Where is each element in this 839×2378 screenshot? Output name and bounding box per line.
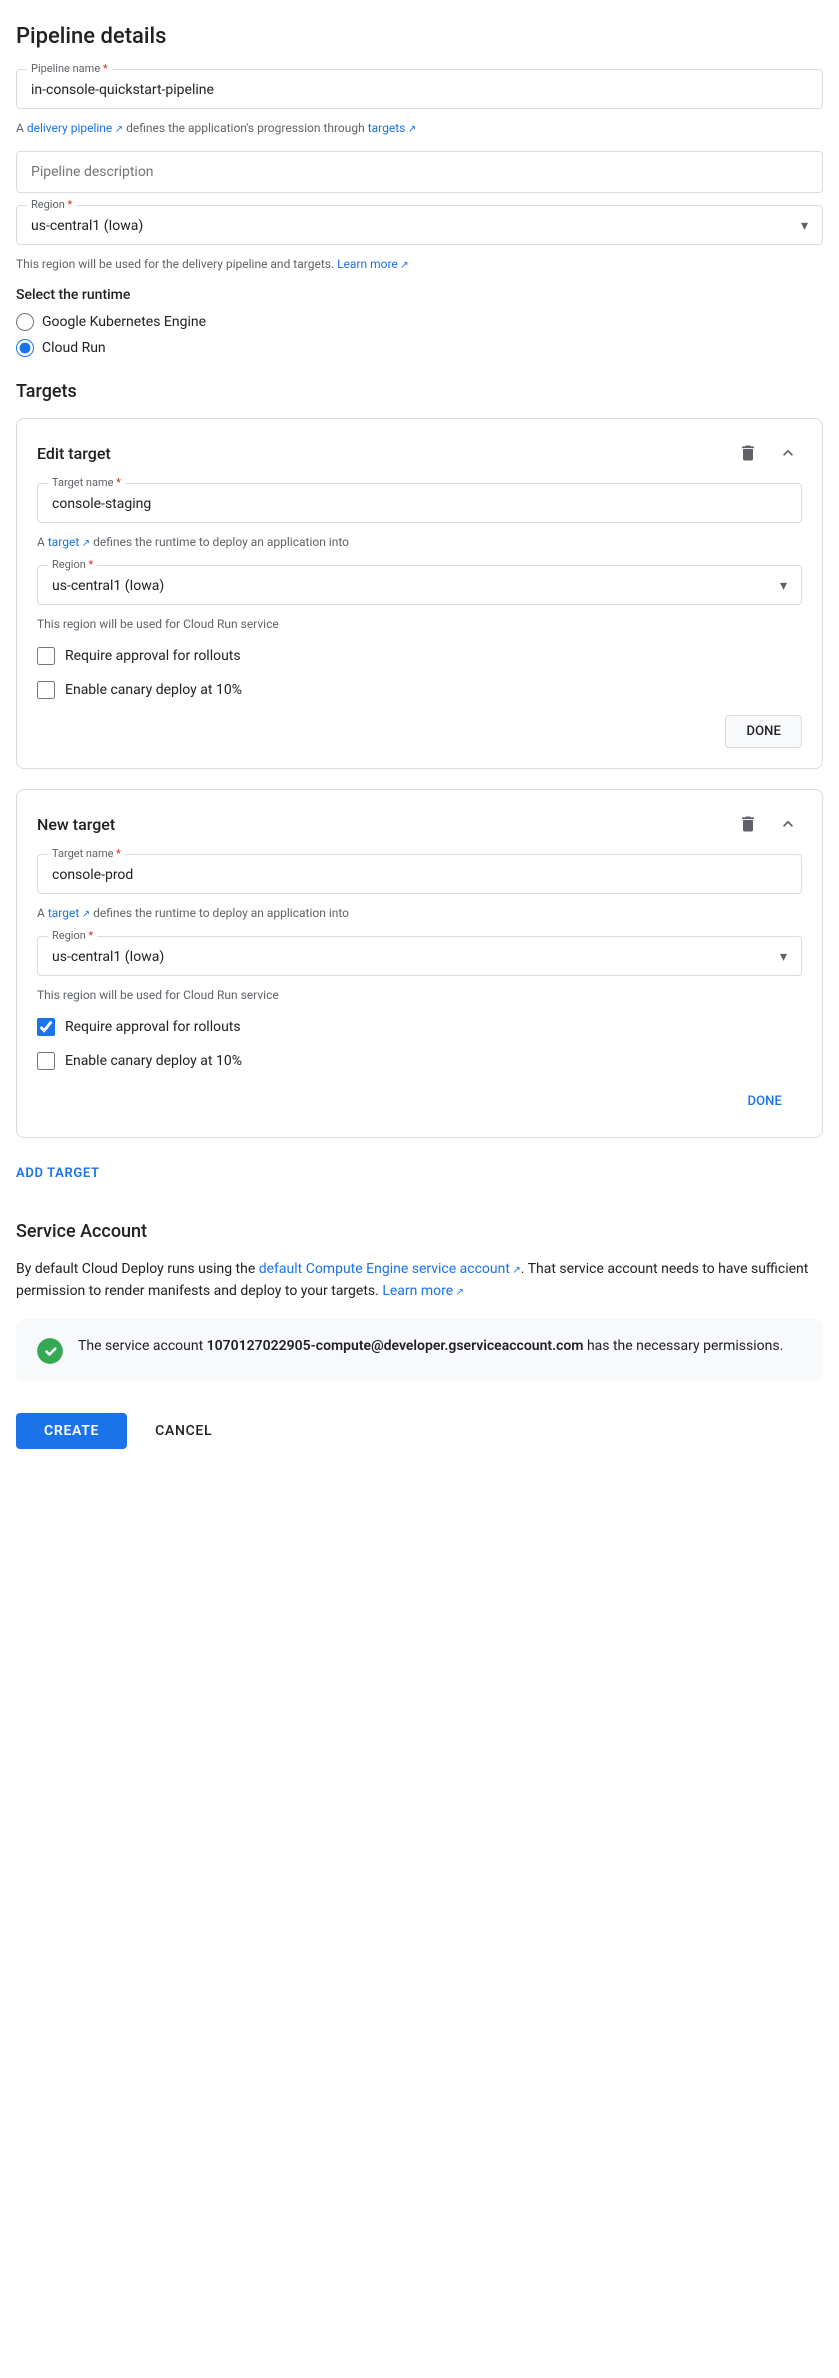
region-learn-more-link[interactable]: Learn more — [337, 257, 409, 271]
target2-link[interactable]: target — [48, 906, 90, 920]
target2-region-select-wrapper: us-central1 (Iowa) us-east1 (South Carol… — [52, 949, 787, 965]
target1-done-button[interactable]: DONE — [725, 715, 802, 748]
targets-title: Targets — [16, 381, 823, 402]
target2-region-label: Region * — [48, 929, 97, 942]
sa-status-check-icon — [36, 1337, 64, 1365]
target2-canary-input[interactable] — [37, 1052, 55, 1070]
target1-link[interactable]: target — [48, 535, 90, 549]
service-account-title: Service Account — [16, 1221, 823, 1242]
target1-region-label: Region * — [48, 558, 97, 571]
service-account-description: By default Cloud Deploy runs using the d… — [16, 1258, 823, 1303]
target1-name-input[interactable] — [52, 496, 787, 512]
target2-require-approval-input[interactable] — [37, 1018, 55, 1036]
target1-region-field: Region * us-central1 (Iowa) us-east1 (So… — [37, 565, 802, 605]
target1-title: Edit target — [37, 444, 111, 463]
service-account-section: Service Account By default Cloud Deploy … — [16, 1221, 823, 1381]
target2-helper-text: A target defines the runtime to deploy a… — [37, 906, 802, 920]
target1-canary-input[interactable] — [37, 681, 55, 699]
region-helper-text: This region will be used for the deliver… — [16, 257, 823, 271]
pipeline-name-field: Pipeline name * — [16, 69, 823, 109]
runtime-option-cloudrun[interactable]: Cloud Run — [16, 339, 823, 357]
target1-canary-checkbox[interactable]: Enable canary deploy at 10% — [37, 681, 802, 699]
sa-status-box: The service account 1070127022905-comput… — [16, 1319, 823, 1381]
target2-done-button[interactable]: DONE — [727, 1086, 802, 1117]
region-select[interactable]: us-central1 (Iowa) us-east1 (South Carol… — [31, 218, 808, 234]
region-select-wrapper: us-central1 (Iowa) us-east1 (South Carol… — [31, 218, 808, 234]
target1-name-field: Target name * — [37, 483, 802, 523]
runtime-gke-radio[interactable] — [16, 313, 34, 331]
runtime-section: Select the runtime Google Kubernetes Eng… — [16, 287, 823, 357]
pipeline-name-input[interactable] — [31, 82, 808, 98]
target2-actions — [734, 810, 802, 838]
target2-name-field: Target name * — [37, 854, 802, 894]
pipeline-name-label: Pipeline name * — [27, 62, 112, 75]
target2-canary-checkbox[interactable]: Enable canary deploy at 10% — [37, 1052, 802, 1070]
pipeline-helper-text: A delivery pipeline defines the applicat… — [16, 121, 823, 135]
pipeline-description-input[interactable] — [16, 151, 823, 193]
target1-require-approval-input[interactable] — [37, 647, 55, 665]
create-button[interactable]: CREATE — [16, 1413, 127, 1449]
target1-actions — [734, 439, 802, 467]
target1-require-approval-checkbox[interactable]: Require approval for rollouts — [37, 647, 802, 665]
region-field: Region * us-central1 (Iowa) us-east1 (So… — [16, 205, 823, 245]
target2-region-field: Region * us-central1 (Iowa) us-east1 (So… — [37, 936, 802, 976]
sa-learn-more-link[interactable]: Learn more — [382, 1283, 464, 1299]
runtime-cloudrun-radio[interactable] — [16, 339, 34, 357]
target2-region-select[interactable]: us-central1 (Iowa) us-east1 (South Carol… — [52, 949, 787, 965]
target2-name-input[interactable] — [52, 867, 787, 883]
target2-require-approval-checkbox[interactable]: Require approval for rollouts — [37, 1018, 802, 1036]
target2-name-label: Target name * — [48, 847, 125, 860]
target2-card: New target Target name * A target define… — [16, 789, 823, 1138]
target2-collapse-button[interactable] — [774, 810, 802, 838]
add-target-button[interactable]: ADD TARGET — [16, 1158, 100, 1189]
target1-helper-text: A target defines the runtime to deploy a… — [37, 535, 802, 549]
runtime-label: Select the runtime — [16, 287, 823, 303]
target1-collapse-button[interactable] — [774, 439, 802, 467]
runtime-option-gke[interactable]: Google Kubernetes Engine — [16, 313, 823, 331]
sa-email: 1070127022905-compute@developer.gservice… — [207, 1338, 584, 1354]
delivery-pipeline-link[interactable]: delivery pipeline — [27, 121, 123, 135]
runtime-radio-group: Google Kubernetes Engine Cloud Run — [16, 313, 823, 357]
cancel-button[interactable]: CANCEL — [139, 1413, 228, 1449]
region-label: Region * — [27, 198, 76, 211]
target1-header: Edit target — [37, 439, 802, 467]
sa-status-text: The service account 1070127022905-comput… — [78, 1335, 783, 1357]
target2-title: New target — [37, 815, 115, 834]
target2-header: New target — [37, 810, 802, 838]
page-title: Pipeline details — [16, 24, 823, 49]
targets-link[interactable]: targets — [368, 121, 417, 135]
target1-card: Edit target Target name * A target defin… — [16, 418, 823, 769]
target2-region-helper: This region will be used for Cloud Run s… — [37, 988, 802, 1002]
target1-delete-button[interactable] — [734, 439, 762, 467]
targets-section: Targets Edit target Target name * A targ… — [16, 381, 823, 1189]
target2-delete-button[interactable] — [734, 810, 762, 838]
target1-region-select[interactable]: us-central1 (Iowa) us-east1 (South Carol… — [52, 578, 787, 594]
target1-name-label: Target name * — [48, 476, 125, 489]
target1-region-helper: This region will be used for Cloud Run s… — [37, 617, 802, 631]
target1-region-select-wrapper: us-central1 (Iowa) us-east1 (South Carol… — [52, 578, 787, 594]
bottom-actions: CREATE CANCEL — [16, 1413, 823, 1449]
default-sa-link[interactable]: default Compute Engine service account — [259, 1261, 521, 1277]
